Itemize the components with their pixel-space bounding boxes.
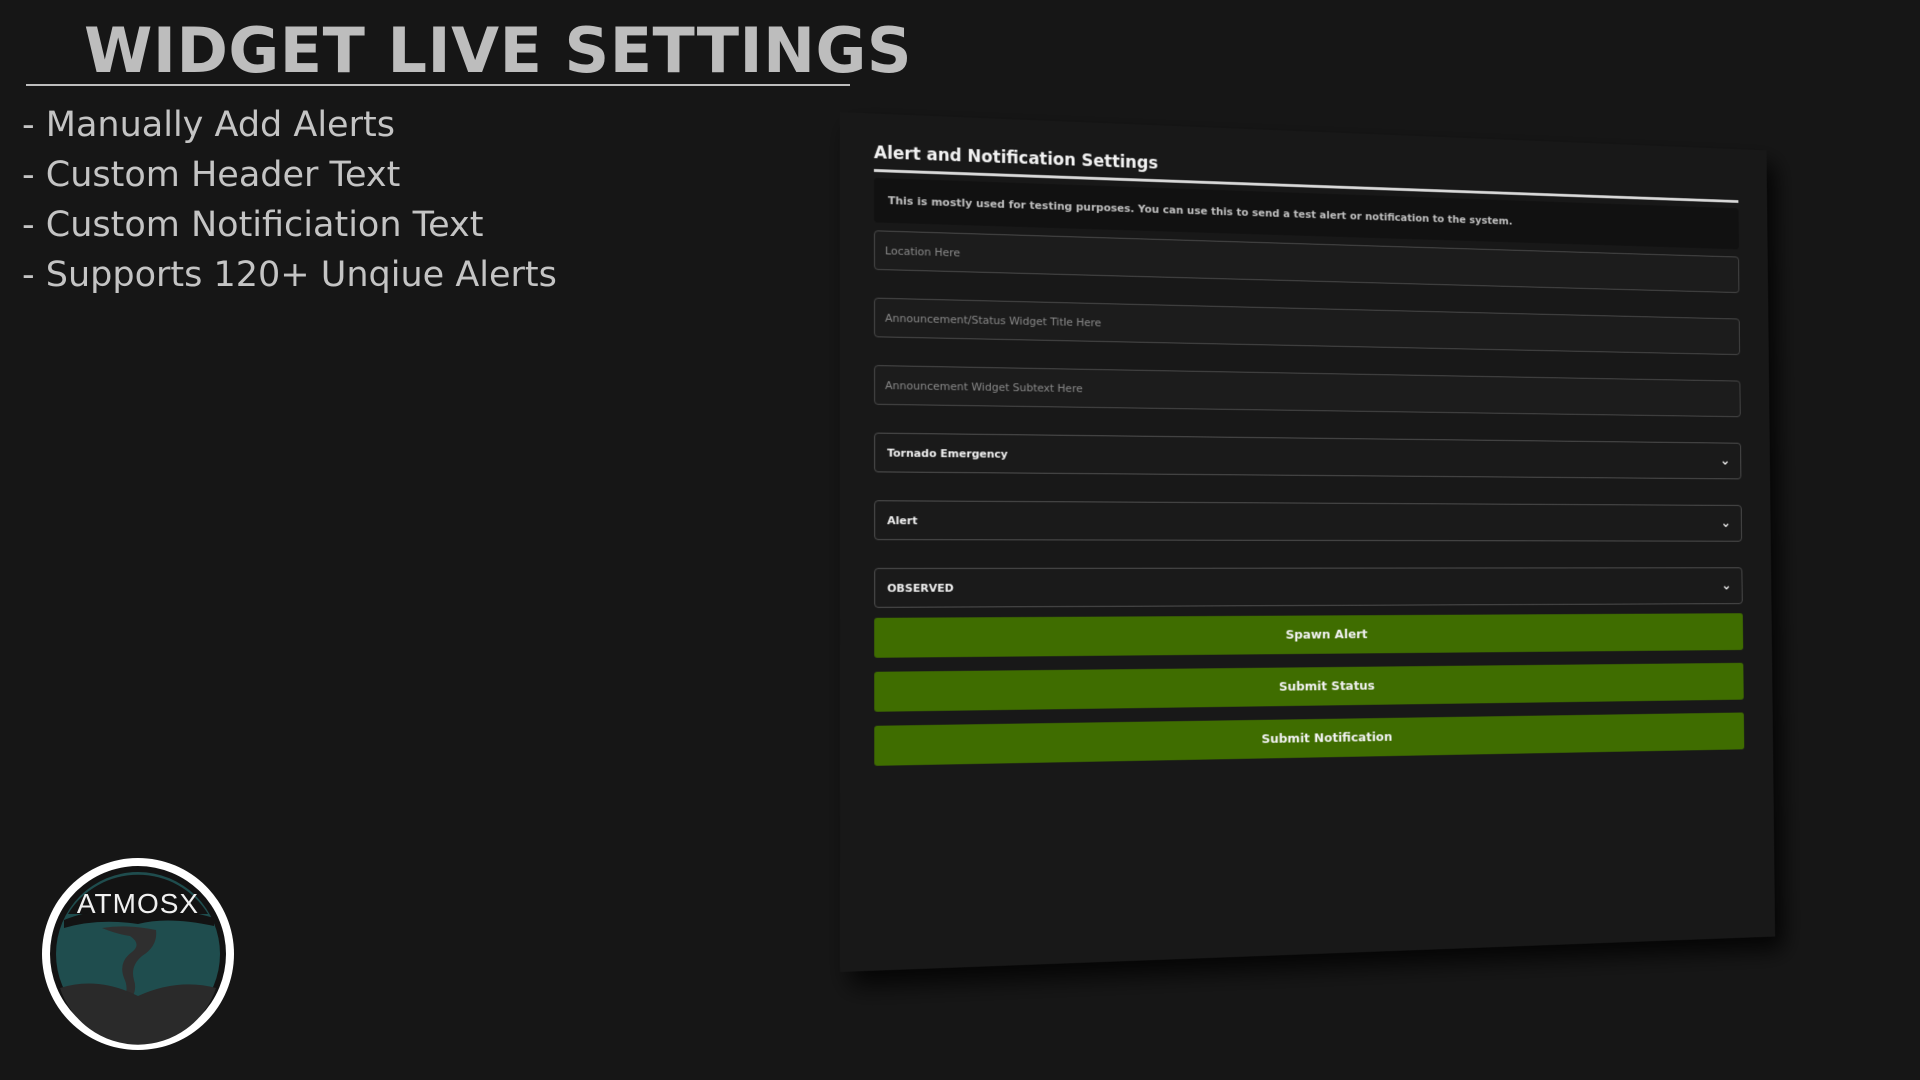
category-select[interactable]: Alert ⌄ [874,500,1743,542]
feature-item: - Custom Header Text [22,155,401,195]
title-underline [26,84,850,86]
alert-type-select[interactable]: Tornado Emergency ⌄ [874,432,1742,480]
settings-scene: Alert and Notification Settings This is … [810,70,1910,1050]
widget-title-input[interactable]: Announcement/Status Widget Title Here [874,297,1741,356]
chevron-down-icon: ⌄ [1720,515,1731,531]
settings-panel: Alert and Notification Settings This is … [839,112,1776,972]
logo-text: ATMOSX [76,888,200,919]
page-title: WIDGET LIVE SETTINGS [84,14,913,87]
widget-subtext-input[interactable]: Announcement Widget Subtext Here [874,365,1741,418]
feature-list: - Manually Add Alerts - Custom Header Te… [22,100,557,300]
chevron-down-icon: ⌄ [1720,453,1731,469]
alert-type-value: Tornado Emergency [887,446,1008,461]
feature-item: - Manually Add Alerts [22,105,395,145]
feature-item: - Custom Notificiation Text [22,205,484,245]
submit-notification-button[interactable]: Submit Notification [874,712,1745,766]
certainty-value: OBSERVED [887,581,954,595]
certainty-select[interactable]: OBSERVED ⌄ [874,567,1743,608]
submit-status-button[interactable]: Submit Status [874,662,1744,712]
chevron-down-icon: ⌄ [1721,578,1732,594]
atmosx-logo: ATMOSX [38,854,238,1054]
category-value: Alert [887,513,918,527]
feature-item: - Supports 120+ Unqiue Alerts [22,255,557,295]
tornado-icon [42,858,234,1050]
promo-page: WIDGET LIVE SETTINGS - Manually Add Aler… [0,0,1920,1080]
spawn-alert-button[interactable]: Spawn Alert [874,613,1744,658]
